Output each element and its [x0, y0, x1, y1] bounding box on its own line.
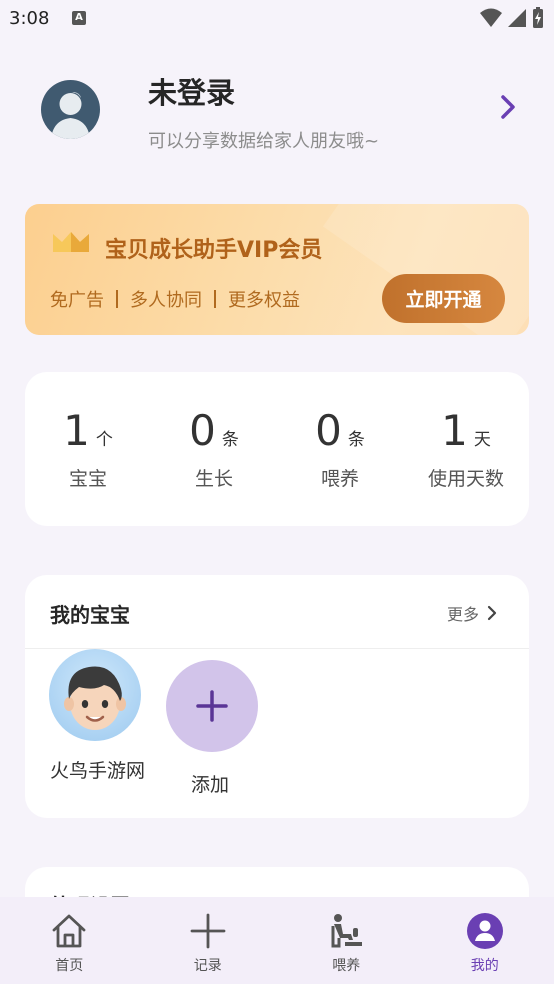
stat-growth[interactable]: 0 条 生长 — [151, 372, 277, 526]
more-button[interactable]: 更多 — [447, 601, 497, 625]
my-babies-card: 我的宝宝 更多 火鸟手游网 添加 — [25, 575, 529, 818]
stat-label: 宝宝 — [68, 468, 107, 490]
stat-value: 0 — [189, 406, 216, 455]
nav-label: 我的 — [470, 958, 499, 974]
nav-item-home[interactable]: 首页 — [0, 897, 139, 984]
my-babies-title: 我的宝宝 — [50, 603, 130, 627]
status-bar: 3:08 A — [0, 0, 554, 40]
profile-name[interactable]: 未登录 — [148, 70, 235, 112]
chevron-right-icon — [487, 605, 497, 621]
add-baby-button[interactable] — [166, 660, 258, 752]
stat-unit: 个 — [95, 430, 113, 450]
vip-title: 宝贝成长助手VIP会员 — [105, 238, 323, 263]
vip-perk: 多人协同 — [130, 290, 202, 311]
nav-label: 记录 — [193, 958, 222, 974]
stat-feeding[interactable]: 0 条 喂养 — [277, 372, 403, 526]
signal-icon — [508, 9, 526, 27]
baby-name[interactable]: 火鸟手游网 — [50, 757, 150, 786]
vip-open-button[interactable]: 立即开通 — [382, 274, 505, 323]
chevron-right-icon[interactable] — [500, 94, 516, 120]
vip-perk: 更多权益 — [228, 290, 300, 311]
stat-unit: 天 — [473, 430, 491, 450]
vip-perk: 免广告 — [50, 290, 104, 311]
home-icon — [52, 914, 86, 948]
plus-icon — [196, 690, 228, 722]
stats-card: 1 个 宝宝 0 条 生长 0 条 喂养 1 天 使用天数 — [25, 372, 529, 526]
nav-label: 喂养 — [332, 958, 361, 974]
boy-face-icon — [64, 666, 126, 730]
stat-label: 喂养 — [320, 468, 359, 490]
nav-label: 首页 — [55, 958, 84, 974]
stat-days-used[interactable]: 1 天 使用天数 — [403, 372, 529, 526]
stat-label: 生长 — [194, 468, 233, 490]
vip-perks: 免广告 多人协同 更多权益 — [50, 286, 300, 312]
crown-icon — [53, 232, 89, 252]
nav-item-record[interactable]: 记录 — [139, 897, 278, 984]
vip-perk-divider — [116, 290, 118, 308]
nav-item-profile[interactable]: 我的 — [416, 897, 554, 984]
vip-banner[interactable]: 宝贝成长助手VIP会员 免广告 多人协同 更多权益 立即开通 — [25, 204, 529, 335]
stat-unit: 条 — [221, 430, 239, 450]
user-avatar[interactable] — [41, 80, 100, 139]
profile-subtitle: 可以分享数据给家人朋友哦~ — [148, 131, 380, 152]
wifi-icon — [480, 8, 502, 27]
stat-label: 使用天数 — [427, 468, 504, 490]
vip-perk-divider — [214, 290, 216, 308]
plus-icon — [190, 913, 226, 949]
stat-value: 0 — [315, 406, 342, 455]
stat-unit: 条 — [347, 430, 365, 450]
notification-icon: A — [72, 11, 86, 25]
status-icons — [480, 7, 544, 29]
add-baby-label: 添加 — [191, 774, 230, 796]
profile-icon — [466, 913, 503, 949]
baby-avatar[interactable] — [49, 649, 141, 741]
screen: 3:08 A 未登录 可以分享数据给家人朋友哦~ 宝贝成长助手VIP会员 免广告… — [0, 0, 554, 984]
status-time: 3:08 — [9, 8, 50, 29]
bottom-nav: 首页 记录 喂养 我的 — [0, 897, 554, 984]
feeding-icon — [331, 914, 363, 948]
stat-value: 1 — [63, 406, 90, 455]
battery-icon — [533, 7, 543, 28]
nav-item-feeding[interactable]: 喂养 — [277, 897, 416, 984]
stat-value: 1 — [441, 406, 468, 455]
more-label: 更多 — [446, 605, 479, 624]
stat-babies[interactable]: 1 个 宝宝 — [25, 372, 151, 526]
default-avatar-icon — [51, 92, 90, 139]
